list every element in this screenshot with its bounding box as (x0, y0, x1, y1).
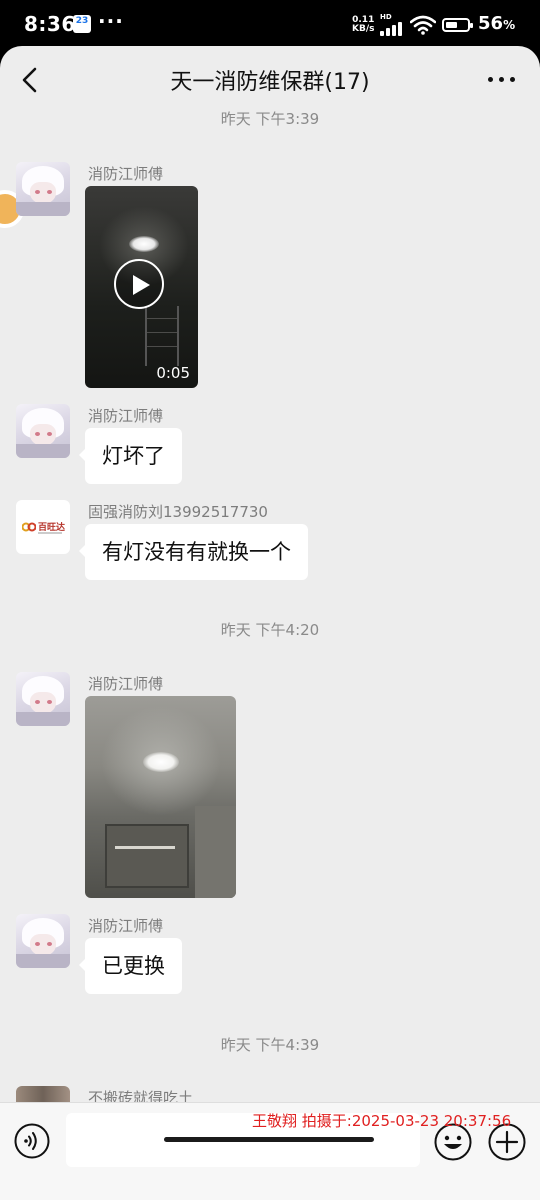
ceiling-lamp (129, 236, 159, 252)
battery-fill (446, 22, 457, 28)
photo-watermark: 王敬翔 拍摄于:2025-03-23 20:37:56 (252, 1112, 512, 1130)
message-bubble[interactable]: 灯坏了 (79, 428, 182, 484)
battery-icon (442, 18, 473, 32)
avatar[interactable]: 百旺达 (16, 500, 70, 554)
status-time: 8:36 (24, 12, 76, 36)
voice-icon[interactable] (14, 1123, 50, 1159)
sender-name: 消防江师傅 (88, 675, 164, 693)
avatar[interactable] (16, 672, 70, 726)
chat-title: 天一消防维保群(17) (170, 70, 370, 95)
timestamp-2: 昨天 下午4:20 (220, 621, 320, 639)
sender-name: 消防江师傅 (88, 917, 164, 935)
home-indicator[interactable] (164, 1137, 374, 1142)
status-bar: 8:36 23 ··· 0.11 KB/s HD 56% (0, 0, 540, 48)
avatar[interactable] (16, 162, 70, 216)
avatar[interactable] (16, 914, 70, 968)
battery-percent-unit: % (503, 18, 516, 32)
notification-more-dots: ··· (98, 9, 124, 33)
battery-percent: 56% (478, 13, 515, 34)
chat-header: 天一消防维保群(17) (0, 46, 540, 108)
hd-label: HD (380, 13, 392, 21)
sender-name: 消防江师傅 (88, 165, 164, 183)
sender-name: 消防江师傅 (88, 407, 164, 425)
signal-icon (380, 22, 404, 36)
more-icon[interactable] (486, 68, 518, 88)
message-bubble[interactable]: 有灯没有有就换一个 (79, 524, 308, 580)
network-speed-unit: KB/s (352, 24, 375, 34)
timestamp-1: 昨天 下午3:39 (220, 110, 320, 128)
image-message[interactable] (85, 696, 236, 898)
message-bubble[interactable]: 已更换 (79, 938, 182, 994)
brand-logo-icon (22, 522, 36, 532)
calendar-badge-number: 23 (75, 16, 89, 26)
sender-name: 固强消防刘13992517730 (88, 503, 268, 521)
ceiling-lamp (143, 752, 179, 772)
video-message[interactable]: 0:05 (85, 186, 198, 388)
battery-percent-value: 56 (478, 13, 504, 34)
play-icon[interactable] (114, 259, 164, 309)
avatar[interactable] (16, 404, 70, 458)
chat-screen: 天一消防维保群(17) 昨天 下午3:39 消防江师傅 0:05 消防江师傅 灯… (0, 46, 540, 1200)
network-speed: 0.11 KB/s (352, 16, 374, 34)
calendar-badge-icon: 23 (73, 15, 91, 33)
wifi-icon (410, 15, 436, 35)
video-duration: 0:05 (156, 364, 190, 382)
timestamp-3: 昨天 下午4:39 (220, 1036, 320, 1054)
